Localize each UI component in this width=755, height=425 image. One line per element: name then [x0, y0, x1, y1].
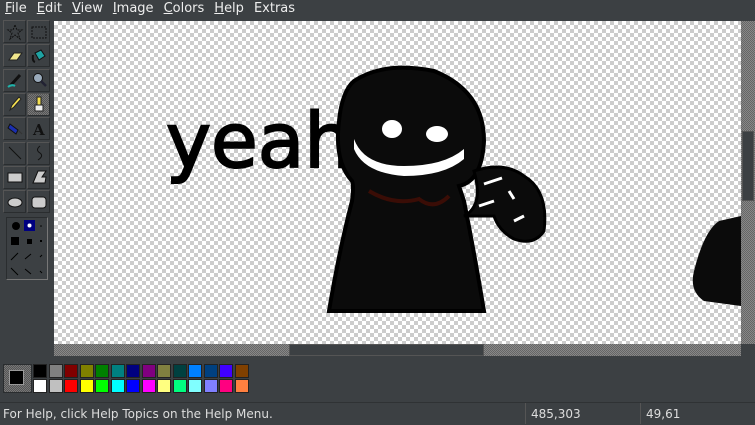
pencil-icon [8, 96, 22, 112]
palette-color-swatch[interactable] [95, 364, 109, 378]
foreground-color[interactable] [9, 370, 24, 385]
airbrush-icon [6, 122, 22, 135]
drawing-text-yeah: yeah [166, 96, 352, 185]
menu-file[interactable]: File [0, 0, 32, 20]
drawing: yeah [165, 65, 741, 313]
text-icon: A [32, 121, 45, 138]
palette-color-swatch[interactable] [64, 379, 78, 393]
menu-help[interactable]: Help [209, 0, 249, 20]
tool-rectangle[interactable] [3, 165, 26, 189]
menu-bar: File Edit View Image Colors Help Extras [0, 0, 755, 20]
menu-view[interactable]: View [67, 0, 108, 20]
status-help-text: For Help, click Help Topics on the Help … [3, 407, 273, 421]
tool-pencil[interactable] [3, 92, 26, 116]
palette-color-swatch[interactable] [219, 379, 233, 393]
rectangle-icon [7, 172, 22, 183]
status-selection-size: 49,61 [640, 403, 755, 424]
brush-shape-icons [10, 220, 43, 276]
palette-color-swatch[interactable] [141, 379, 156, 393]
star-select-icon [6, 23, 23, 40]
svg-text:A: A [32, 121, 45, 138]
palette-color-swatch[interactable] [126, 379, 140, 393]
menu-image[interactable]: Image [108, 0, 159, 20]
menu-edit[interactable]: Edit [32, 0, 67, 20]
vertical-scroll-thumb[interactable] [742, 131, 754, 201]
drawn-character [326, 65, 741, 313]
horizontal-scroll-thumb[interactable] [289, 344, 484, 356]
palette-color-swatch[interactable] [203, 379, 218, 393]
tool-magnifier[interactable] [27, 68, 50, 92]
palette-color-swatch[interactable] [79, 364, 94, 378]
horizontal-scrollbar[interactable] [54, 344, 741, 356]
palette-color-swatch[interactable] [188, 379, 202, 393]
polygon-icon [31, 170, 47, 184]
palette-color-swatch[interactable] [234, 364, 249, 378]
palette-color-swatch[interactable] [79, 379, 94, 393]
palette-color-swatch[interactable] [188, 364, 202, 378]
palette-color-swatch[interactable] [110, 379, 125, 393]
palette-color-swatch[interactable] [234, 379, 249, 393]
tool-airbrush[interactable] [3, 117, 26, 141]
vertical-scrollbar[interactable] [741, 21, 755, 344]
tool-line[interactable] [3, 141, 26, 165]
tool-free-form-select[interactable] [3, 20, 26, 43]
curve-icon [36, 145, 42, 161]
palette-color-swatch[interactable] [157, 379, 171, 393]
ellipse-icon [7, 197, 22, 208]
status-cursor-position: 485,303 [525, 403, 640, 424]
palette-color-swatch[interactable] [141, 364, 156, 378]
palette-color-swatch[interactable] [126, 364, 140, 378]
palette-color-swatch[interactable] [219, 364, 233, 378]
status-bar: For Help, click Help Topics on the Help … [0, 402, 755, 424]
color-palette [33, 364, 250, 393]
tool-polygon[interactable] [27, 165, 50, 189]
menu-extras[interactable]: Extras [249, 0, 300, 20]
tool-fill-with-color[interactable] [27, 44, 50, 68]
line-icon [8, 146, 21, 160]
eyedropper-icon [6, 74, 21, 88]
palette-color-swatch[interactable] [172, 379, 187, 393]
menu-colors[interactable]: Colors [159, 0, 210, 20]
tool-brush[interactable] [27, 92, 50, 116]
brush-options[interactable] [6, 217, 48, 280]
palette-color-swatch[interactable] [157, 364, 171, 378]
palette-color-swatch[interactable] [33, 379, 47, 393]
rounded-rectangle-icon [31, 196, 46, 209]
tool-curve[interactable] [27, 141, 50, 165]
palette-color-swatch[interactable] [110, 364, 125, 378]
tool-pick-color[interactable] [3, 68, 26, 92]
drawing-canvas[interactable]: yeah [54, 21, 741, 344]
rect-select-icon [31, 26, 46, 38]
paint-bucket-icon [31, 49, 46, 63]
palette-color-swatch[interactable] [48, 379, 63, 393]
scrollbar-corner [741, 344, 755, 356]
palette-color-swatch[interactable] [33, 364, 47, 378]
tool-eraser[interactable] [3, 44, 26, 68]
tool-select[interactable] [27, 20, 50, 43]
palette-color-swatch[interactable] [203, 364, 218, 378]
tool-text[interactable]: A [27, 117, 50, 141]
palette-color-swatch[interactable] [48, 364, 63, 378]
magnifier-icon [32, 73, 47, 87]
palette-color-swatch[interactable] [95, 379, 109, 393]
palette-color-swatch[interactable] [172, 364, 187, 378]
eraser-icon [7, 52, 23, 61]
brush-icon [34, 96, 43, 112]
tool-rounded-rectangle[interactable] [27, 190, 50, 214]
palette-color-swatch[interactable] [64, 364, 78, 378]
current-colors[interactable] [3, 364, 32, 393]
tool-ellipse[interactable] [3, 190, 26, 214]
